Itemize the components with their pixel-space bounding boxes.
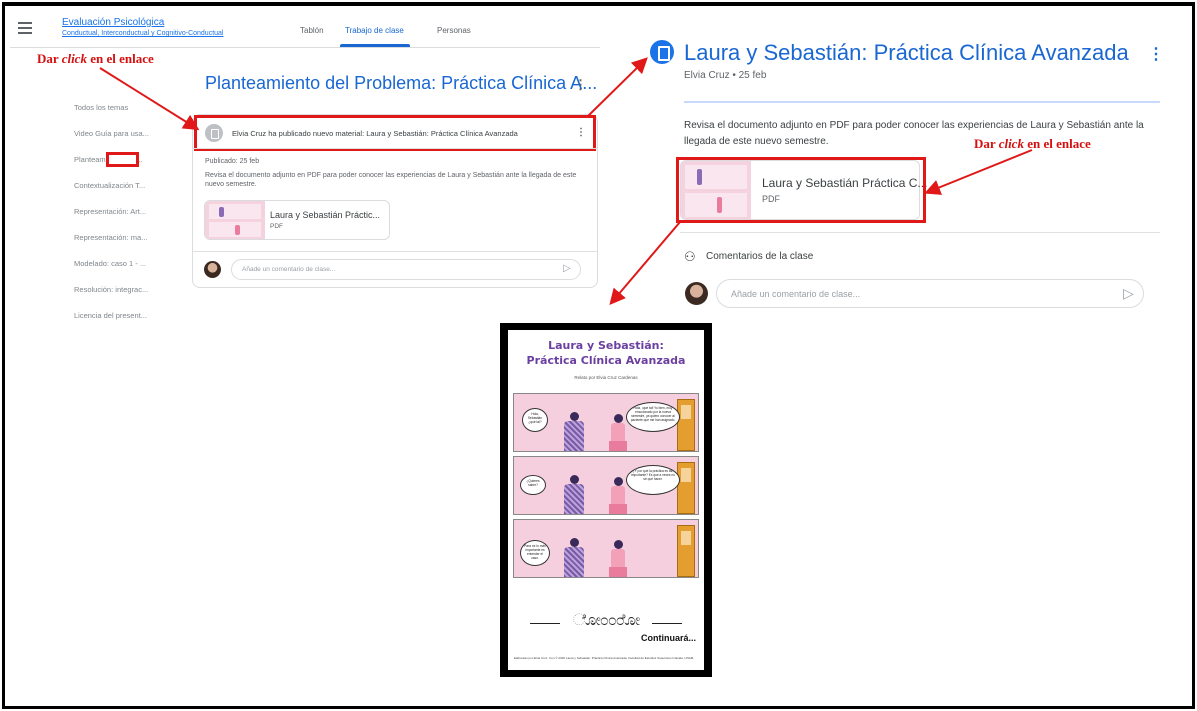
comic-ending: Continuará... <box>640 633 696 643</box>
speech-bubble: ¿Y por qué la práctica es tan importante… <box>626 465 680 495</box>
comic-panel-3: Para mí lo más importante es entender el… <box>513 519 699 578</box>
arrow-to-post <box>99 67 200 131</box>
comic-panel-2: ¿Y por qué la práctica es tan importante… <box>513 456 699 515</box>
comic-panel-1: Hola, Sebastián ¿qué tal? Hola, ¡qué tal… <box>513 393 699 452</box>
arrow-to-attachment <box>924 149 1033 195</box>
speech-bubble: Hola, Sebastián ¿qué tal? <box>522 408 548 432</box>
speech-bubble: ¿Quieres saber? <box>520 475 546 495</box>
flourish-ornament: ೋ೦೦೦ೋ <box>508 612 704 630</box>
arrow-to-detail <box>587 57 648 117</box>
arrow-to-comic <box>609 221 681 306</box>
speech-bubble: Hola, ¡qué tal! Yo bien, muy emocionado … <box>626 402 680 432</box>
comic-footer: Elaborado por Elvia Cruz. Con © 2020 Lau… <box>514 656 695 660</box>
comic-credit: Relato por Elvia Cruz Cardenas <box>574 375 638 380</box>
speech-bubble: Para mí lo más importante es entender el… <box>520 540 550 566</box>
comic-title-line1: Laura y Sebastián: <box>548 339 664 352</box>
pdf-comic-preview: Laura y Sebastián: Práctica Clínica Avan… <box>500 323 712 677</box>
comic-title-line2: Práctica Clínica Avanzada <box>526 354 686 367</box>
